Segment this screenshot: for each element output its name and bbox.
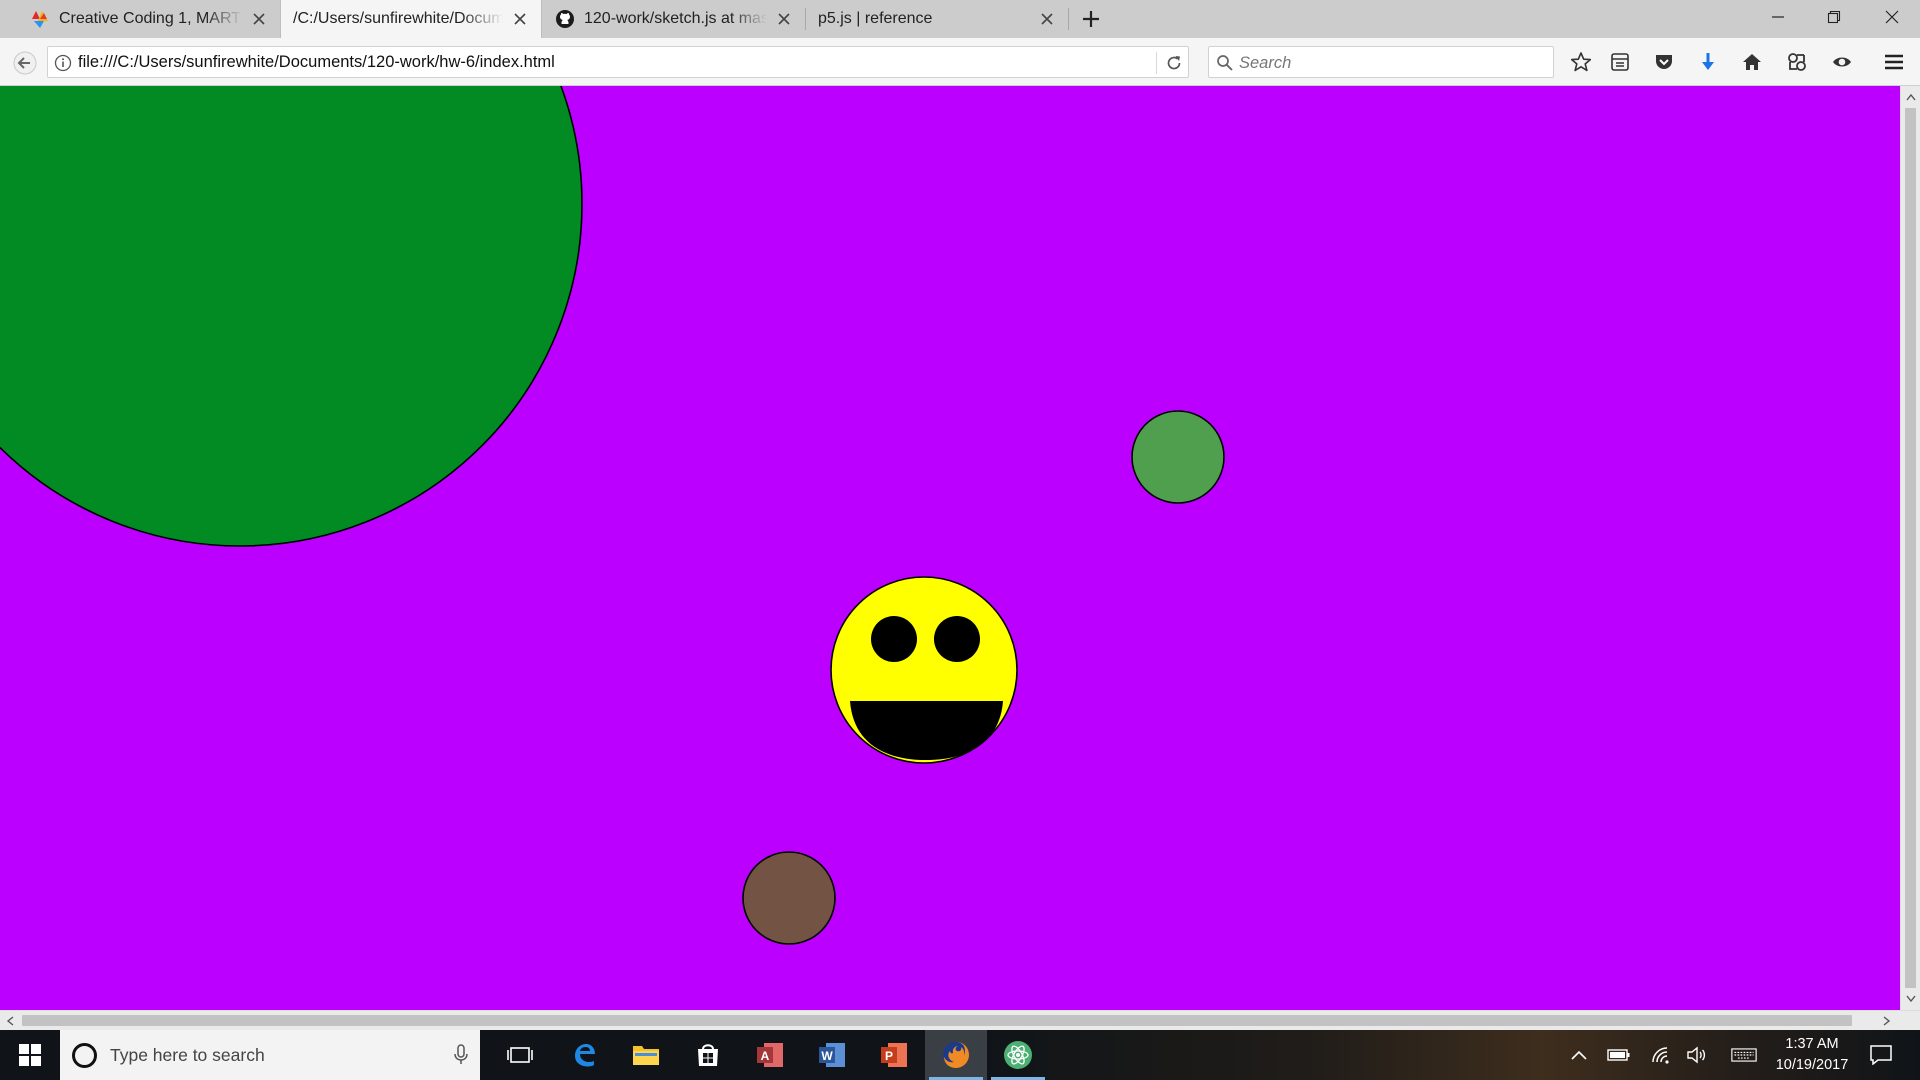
scroll-left-icon[interactable]	[3, 1014, 17, 1028]
smiley-right-eye	[934, 616, 980, 662]
home-icon[interactable]	[1739, 49, 1765, 75]
page-viewport	[0, 86, 1900, 1010]
close-window-button[interactable]	[1864, 0, 1920, 34]
extension-icon[interactable]	[1784, 49, 1810, 75]
scroll-down-icon[interactable]	[1904, 992, 1918, 1006]
svg-text:A: A	[761, 1049, 770, 1063]
windows-logo-icon	[19, 1044, 41, 1066]
minimize-button[interactable]	[1750, 0, 1806, 34]
back-button[interactable]	[8, 46, 42, 80]
pocket-icon[interactable]	[1651, 49, 1677, 75]
github-icon	[556, 10, 574, 28]
smiley-face	[830, 576, 1018, 764]
back-arrow-icon	[13, 51, 37, 75]
smiley-left-eye	[871, 616, 917, 662]
url-text[interactable]: file:///C:/Users/sunfirewhite/Documents/…	[78, 53, 555, 72]
scrollbar-thumb[interactable]	[1905, 108, 1916, 988]
restore-button[interactable]	[1806, 0, 1862, 34]
vertical-scrollbar[interactable]	[1900, 86, 1920, 1010]
tab-local-file[interactable]: /C:/Users/sunfirewhite/Documents/120-wor…	[280, 0, 542, 38]
tab-strip: Creative Coding 1, MART 120 /C:/Users/su…	[0, 0, 1920, 38]
tab-title: /C:/Users/sunfirewhite/Documents/120-wor…	[293, 10, 503, 27]
store-icon[interactable]	[677, 1030, 739, 1080]
horizontal-scrollbar[interactable]	[0, 1010, 1920, 1030]
search-placeholder[interactable]: Type here to search	[110, 1045, 265, 1066]
sync-icon[interactable]	[1829, 49, 1855, 75]
restore-icon	[1827, 10, 1841, 24]
volume-icon[interactable]	[1684, 1042, 1710, 1068]
reload-icon[interactable]	[1164, 53, 1184, 73]
microphone-icon[interactable]	[452, 1044, 470, 1066]
tab-title: p5.js | reference	[818, 10, 933, 27]
word-icon[interactable]: W	[801, 1030, 863, 1080]
divider	[1156, 52, 1157, 74]
close-tab-icon[interactable]	[1036, 8, 1058, 30]
brown-circle	[742, 851, 836, 945]
menu-icon[interactable]	[1881, 49, 1907, 75]
svg-text:W: W	[821, 1049, 833, 1063]
battery-icon[interactable]	[1606, 1042, 1632, 1068]
tab-p5-reference[interactable]: p5.js | reference	[806, 0, 1068, 38]
close-tab-icon[interactable]	[248, 8, 270, 30]
address-bar[interactable]: file:///C:/Users/sunfirewhite/Documents/…	[47, 46, 1189, 78]
windows-taskbar: Type here to search A W P 1:37 AM 10/19/…	[0, 1030, 1920, 1080]
tab-title: Creative Coding 1, MART 120	[59, 10, 242, 27]
scroll-up-icon[interactable]	[1904, 90, 1918, 104]
wifi-icon[interactable]	[1648, 1042, 1674, 1068]
close-icon	[1885, 10, 1899, 24]
chevron-up-icon[interactable]	[1566, 1042, 1592, 1068]
search-icon	[1217, 55, 1233, 71]
close-tab-icon[interactable]	[509, 8, 531, 30]
plus-icon	[1083, 11, 1099, 27]
tab-creative-coding[interactable]: Creative Coding 1, MART 120	[18, 0, 280, 38]
keyboard-icon[interactable]	[1731, 1042, 1757, 1068]
task-view-icon[interactable]	[489, 1030, 551, 1080]
star-icon[interactable]	[1568, 49, 1594, 75]
scroll-right-icon[interactable]	[1880, 1014, 1894, 1028]
cortana-icon[interactable]	[72, 1043, 97, 1068]
tab-title: 120-work/sketch.js at master	[584, 10, 767, 27]
tricolor-logo-icon	[32, 11, 48, 28]
system-clock[interactable]: 1:37 AM 10/19/2017	[1762, 1034, 1862, 1076]
new-tab-button[interactable]	[1075, 6, 1107, 32]
minimize-icon	[1772, 16, 1784, 18]
download-icon[interactable]	[1695, 49, 1721, 75]
scrollbar-thumb[interactable]	[22, 1015, 1852, 1026]
clock-date: 10/19/2017	[1775, 1057, 1849, 1073]
search-bar[interactable]	[1208, 46, 1554, 78]
svg-text:P: P	[885, 1049, 893, 1063]
access-icon[interactable]: A	[739, 1030, 801, 1080]
screen: Creative Coding 1, MART 120 /C:/Users/su…	[0, 0, 1920, 1080]
taskbar-search[interactable]: Type here to search	[60, 1030, 480, 1080]
info-icon[interactable]	[54, 54, 72, 72]
atom-icon[interactable]	[987, 1030, 1049, 1080]
powerpoint-icon[interactable]: P	[863, 1030, 925, 1080]
reading-list-icon[interactable]	[1607, 49, 1633, 75]
search-input[interactable]	[1239, 51, 1539, 75]
file-explorer-icon[interactable]	[615, 1030, 677, 1080]
close-tab-icon[interactable]	[773, 8, 795, 30]
tab-github-sketch[interactable]: 120-work/sketch.js at master	[543, 0, 805, 38]
edge-icon[interactable]	[553, 1030, 615, 1080]
navigation-bar: file:///C:/Users/sunfirewhite/Documents/…	[0, 38, 1920, 86]
tab-separator	[1068, 8, 1069, 30]
firefox-icon[interactable]	[925, 1030, 987, 1080]
small-green-circle	[1131, 410, 1225, 504]
p5-canvas[interactable]	[0, 86, 1900, 1010]
clock-time: 1:37 AM	[1785, 1036, 1839, 1052]
notification-icon[interactable]	[1868, 1042, 1894, 1068]
start-button[interactable]	[0, 1030, 60, 1080]
